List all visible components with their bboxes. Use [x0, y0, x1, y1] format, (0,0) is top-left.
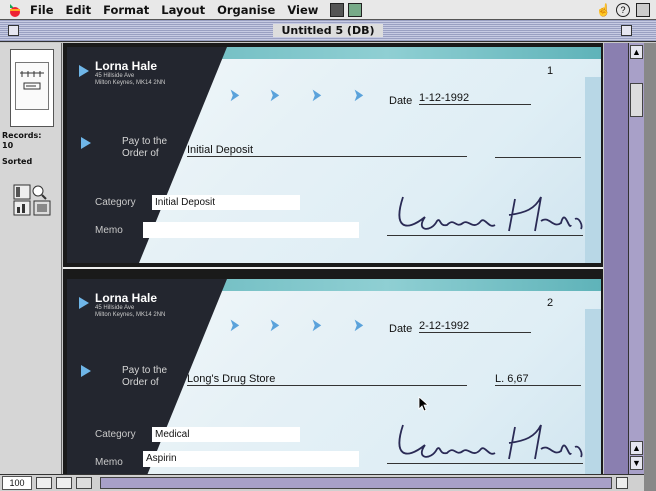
menu-format[interactable]: Format: [103, 3, 149, 17]
date-label: Date: [389, 95, 413, 107]
horizontal-scrollbar[interactable]: [100, 477, 612, 489]
category-label: Category: [95, 429, 136, 440]
record-separator: [63, 267, 603, 275]
close-box-icon[interactable]: [8, 25, 19, 36]
menu-bar: File Edit Format Layout Organise View ☝ …: [0, 0, 656, 20]
memo-field[interactable]: [143, 222, 359, 238]
memo-label: Memo: [95, 225, 123, 236]
zoom-level[interactable]: 100: [2, 476, 32, 490]
category-field[interactable]: Medical: [152, 427, 300, 442]
account-name: Lorna Hale: [95, 59, 158, 73]
chevron-right-icon: ➤: [353, 315, 364, 335]
check-number: 1: [547, 65, 554, 77]
chevron-right-icon: ➤: [311, 85, 322, 105]
scroll-down-arrow-icon[interactable]: ▼: [630, 456, 643, 470]
name-arrow-icon: [79, 65, 89, 77]
date-field[interactable]: 1-12-1992: [419, 92, 531, 105]
amount-field[interactable]: [495, 144, 581, 158]
check-side-pane: [585, 309, 601, 474]
signature-line: [387, 235, 583, 236]
date-label: Date: [389, 323, 413, 335]
payee-field[interactable]: Long's Drug Store: [187, 373, 467, 386]
help-icon[interactable]: ?: [616, 3, 630, 17]
category-field[interactable]: Initial Deposit: [152, 195, 300, 210]
date-field[interactable]: 2-12-1992: [419, 320, 531, 333]
vertical-scrollbar[interactable]: ▲ ▲ ▼: [628, 43, 644, 474]
menu-edit[interactable]: Edit: [66, 3, 92, 17]
status-area: Records: 10 Sorted: [0, 43, 62, 474]
menu-view[interactable]: View: [287, 3, 318, 17]
address-line-2: Milton Keynes, MK14 2NN: [95, 312, 166, 318]
book-page: [15, 62, 49, 110]
category-label: Category: [95, 197, 136, 208]
bottom-bar: 100: [0, 474, 644, 491]
chevron-right-icon: ➤: [229, 315, 240, 335]
layout-right-margin: [604, 43, 628, 474]
tool-icons: [12, 183, 52, 217]
menu-file[interactable]: File: [30, 3, 54, 17]
pay-to-label: Pay to the Order of: [122, 365, 168, 388]
account-name: Lorna Hale: [95, 291, 158, 305]
application-menu-icon[interactable]: [636, 3, 650, 17]
status-toggle-icon[interactable]: [76, 477, 92, 489]
record-book-icon[interactable]: [10, 49, 54, 127]
check-record-2[interactable]: Lorna Hale 45 Hillside Ave Milton Keynes…: [67, 279, 601, 474]
check-side-pane: [585, 77, 601, 263]
scroll-up-arrow-icon[interactable]: ▲: [630, 45, 643, 59]
address-line-1: 45 Hillside Ave: [95, 73, 135, 79]
chevron-right-icon: ➤: [229, 85, 240, 105]
zoom-box-icon[interactable]: [621, 25, 632, 36]
menu-layout[interactable]: Layout: [161, 3, 205, 17]
desktop-edge: [644, 43, 656, 491]
pay-to-label: Pay to the Order of: [122, 136, 168, 159]
chevron-right-icon: ➤: [269, 85, 280, 105]
signature-image: [398, 424, 583, 460]
chevron-right-icon: ➤: [311, 315, 322, 335]
zoom-out-icon[interactable]: [36, 477, 52, 489]
hand-icon[interactable]: ☝: [596, 3, 611, 17]
menu-organise[interactable]: Organise: [217, 3, 275, 17]
window-title: Untitled 5 (DB): [273, 24, 383, 37]
signature-line: [387, 463, 583, 464]
scripts-menu-icon[interactable]: [348, 2, 363, 17]
window-menu-icon[interactable]: [330, 2, 345, 17]
amount-field[interactable]: L. 6,67: [495, 373, 581, 386]
book-page-icon: [20, 71, 44, 90]
records-label: Records:: [2, 131, 42, 140]
payee-field[interactable]: Initial Deposit: [187, 144, 467, 157]
records-count: 10: [2, 141, 14, 150]
scroll-thumb[interactable]: [630, 83, 643, 117]
chevron-right-icon: ➤: [353, 85, 364, 105]
check-record-1[interactable]: Lorna Hale 45 Hillside Ave Milton Keynes…: [67, 47, 601, 263]
chevron-right-icon: ➤: [269, 315, 280, 335]
pay-arrow-icon: [81, 365, 91, 377]
records-view[interactable]: Lorna Hale 45 Hillside Ave Milton Keynes…: [63, 43, 603, 474]
window-title-bar[interactable]: Untitled 5 (DB): [0, 20, 656, 42]
name-arrow-icon: [79, 297, 89, 309]
apple-menu-icon[interactable]: [0, 0, 30, 20]
sorted-label: Sorted: [2, 157, 33, 166]
find-icon[interactable]: [32, 185, 44, 197]
signature-image: [398, 196, 583, 232]
size-box-icon[interactable]: [616, 477, 628, 489]
mouse-pointer-icon: [418, 396, 430, 412]
zoom-in-icon[interactable]: [56, 477, 72, 489]
memo-field[interactable]: Aspirin: [143, 451, 359, 467]
pay-arrow-icon: [81, 137, 91, 149]
check-number: 2: [547, 297, 554, 309]
memo-label: Memo: [95, 457, 123, 468]
address-line-2: Milton Keynes, MK14 2NN: [95, 80, 166, 86]
scroll-up-arrow-icon[interactable]: ▲: [630, 441, 643, 455]
address-line-1: 45 Hillside Ave: [95, 305, 135, 311]
